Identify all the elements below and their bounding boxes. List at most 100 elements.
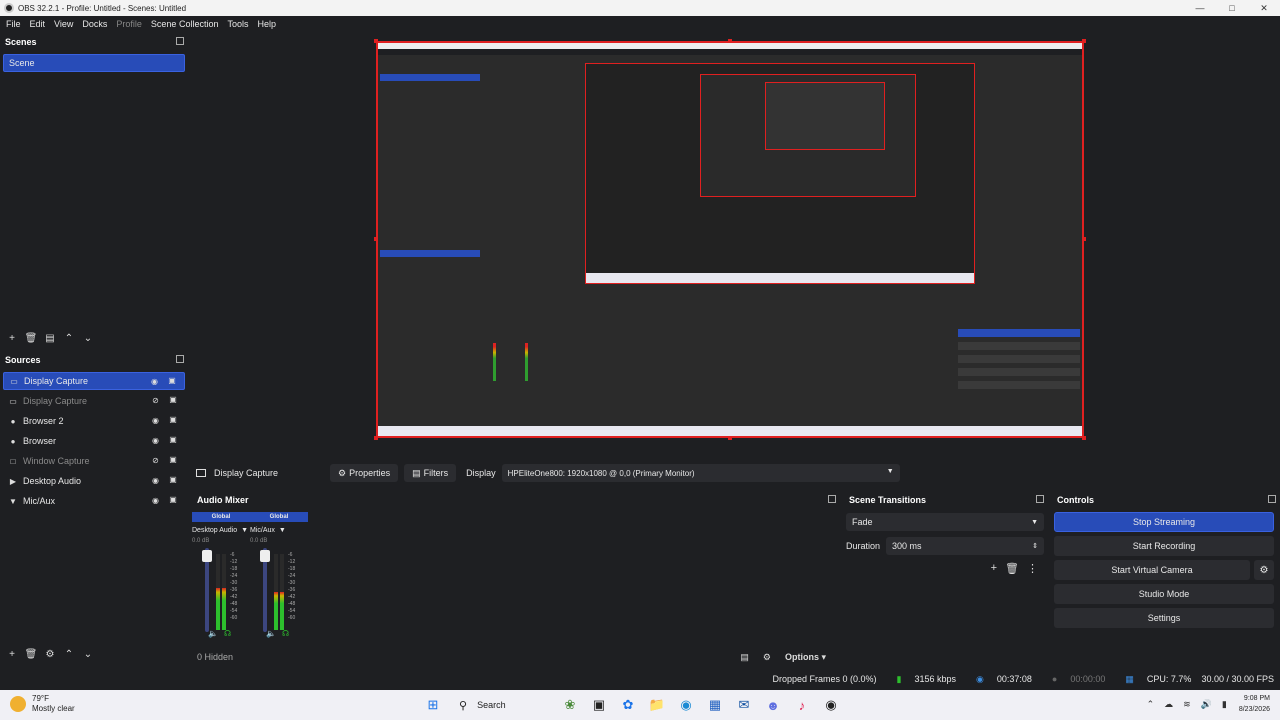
source-item[interactable]: ▶ Desktop Audio ◉ ▣ bbox=[3, 472, 185, 490]
taskbar-search[interactable]: ⚲ Search bbox=[451, 694, 553, 716]
move-down-icon[interactable]: ⌄ bbox=[81, 331, 95, 345]
close-icon[interactable]: ✕ bbox=[1248, 0, 1280, 16]
lock-icon[interactable]: ▣ bbox=[169, 435, 177, 445]
undock-icon[interactable] bbox=[1036, 495, 1044, 503]
eye-icon[interactable]: ◉ bbox=[150, 496, 161, 505]
clock[interactable]: 9:08 PM 8/23/2026 bbox=[1239, 693, 1270, 715]
undock-icon[interactable] bbox=[176, 37, 184, 45]
windows-start-icon[interactable]: ⊞ bbox=[422, 694, 444, 716]
eye-icon[interactable]: ◉ bbox=[150, 436, 161, 445]
trash-icon[interactable]: 🗑 bbox=[24, 331, 38, 345]
add-icon[interactable]: + bbox=[991, 562, 997, 575]
virtual-camera-settings-icon[interactable]: ⚙ bbox=[1254, 560, 1274, 580]
resize-handle[interactable] bbox=[1082, 237, 1086, 241]
properties-button[interactable]: ⚙ Properties bbox=[330, 464, 399, 482]
lock-icon[interactable]: ▣ bbox=[168, 376, 176, 386]
menu-tools[interactable]: Tools bbox=[227, 19, 248, 29]
resize-handle[interactable] bbox=[374, 436, 378, 440]
outlook-icon[interactable]: ✉ bbox=[733, 694, 755, 716]
eye-hidden-icon[interactable]: ⊘ bbox=[150, 456, 161, 465]
volume-icon[interactable]: 🔊 bbox=[1201, 699, 1212, 710]
lock-icon[interactable]: ▣ bbox=[169, 495, 177, 505]
chevron-up-icon[interactable]: ⌃ bbox=[1147, 699, 1155, 710]
move-up-icon[interactable]: ⌃ bbox=[62, 647, 76, 661]
source-item[interactable]: □ Window Capture ⊘ ▣ bbox=[3, 452, 185, 470]
source-item[interactable]: ▭ Display Capture ◉ ▣ bbox=[3, 372, 185, 390]
add-icon[interactable]: + bbox=[5, 331, 19, 345]
resize-handle[interactable] bbox=[1082, 39, 1086, 43]
channel-name[interactable]: Desktop Audio ▼ bbox=[192, 524, 252, 536]
gear-icon[interactable]: ⚙ bbox=[763, 652, 771, 663]
move-down-icon[interactable]: ⌄ bbox=[81, 647, 95, 661]
headphones-icon[interactable]: ☊ bbox=[282, 629, 289, 638]
menu-profile[interactable]: Profile bbox=[116, 19, 142, 29]
eye-icon[interactable]: ◉ bbox=[150, 476, 161, 485]
lock-icon[interactable]: ▣ bbox=[169, 475, 177, 485]
speaker-icon[interactable]: 🔈 bbox=[208, 629, 218, 638]
menu-file[interactable]: File bbox=[6, 19, 21, 29]
volume-knob[interactable] bbox=[260, 550, 270, 562]
scene-item[interactable]: Scene bbox=[3, 54, 185, 72]
add-icon[interactable]: + bbox=[5, 647, 19, 661]
move-up-icon[interactable]: ⌃ bbox=[62, 331, 76, 345]
minimize-icon[interactable]: — bbox=[1184, 0, 1216, 16]
display-select[interactable]: HPEliteOne800: 1920x1080 @ 0,0 (Primary … bbox=[501, 464, 900, 482]
trash-icon[interactable]: 🗑 bbox=[24, 647, 38, 661]
menu-docks[interactable]: Docks bbox=[82, 19, 107, 29]
task-view-icon[interactable]: ▣ bbox=[588, 694, 610, 716]
maximize-icon[interactable]: □ bbox=[1216, 0, 1248, 16]
resize-handle[interactable] bbox=[728, 436, 732, 440]
undock-icon[interactable] bbox=[176, 355, 184, 363]
obs-icon[interactable]: ◉ bbox=[820, 694, 842, 716]
speaker-icon[interactable]: 🔈 bbox=[266, 629, 276, 638]
volume-knob[interactable] bbox=[202, 550, 212, 562]
spin-arrows-icon[interactable]: ⇕ bbox=[1032, 542, 1038, 550]
headphones-icon[interactable]: ☊ bbox=[224, 629, 231, 638]
studio-mode-button[interactable]: Studio Mode bbox=[1054, 584, 1274, 604]
preview-canvas[interactable] bbox=[376, 41, 1084, 438]
wifi-icon[interactable]: ≋ bbox=[1183, 699, 1191, 710]
copilot-icon[interactable]: ✿ bbox=[617, 694, 639, 716]
gear-icon[interactable]: ⚙ bbox=[43, 647, 57, 661]
channel-name[interactable]: Mic/Aux ▼ bbox=[250, 524, 310, 536]
source-item[interactable]: ▼ Mic/Aux ◉ ▣ bbox=[3, 492, 185, 510]
lock-icon[interactable]: ▣ bbox=[169, 415, 177, 425]
source-item[interactable]: ▭ Display Capture ⊘ ▣ bbox=[3, 392, 185, 410]
eye-icon[interactable]: ◉ bbox=[150, 416, 161, 425]
menu-view[interactable]: View bbox=[54, 19, 73, 29]
source-item[interactable]: ● Browser ◉ ▣ bbox=[3, 432, 185, 450]
resize-handle[interactable] bbox=[1082, 436, 1086, 440]
tiktok-icon[interactable]: ♪ bbox=[791, 694, 813, 716]
undock-icon[interactable] bbox=[1268, 495, 1276, 503]
source-item[interactable]: ● Browser 2 ◉ ▣ bbox=[3, 412, 185, 430]
menu-edit[interactable]: Edit bbox=[30, 19, 46, 29]
transition-select[interactable]: Fade ▼ bbox=[846, 513, 1044, 531]
options-button[interactable]: Options ▾ bbox=[785, 652, 826, 663]
more-icon[interactable]: ⋮ bbox=[1027, 562, 1038, 575]
lock-icon[interactable]: ▣ bbox=[169, 455, 177, 465]
start-recording-button[interactable]: Start Recording bbox=[1054, 536, 1274, 556]
settings-button[interactable]: Settings bbox=[1054, 608, 1274, 628]
resize-handle[interactable] bbox=[728, 39, 732, 43]
layout-icon[interactable]: ▤ bbox=[740, 652, 749, 663]
eye-hidden-icon[interactable]: ⊘ bbox=[150, 396, 161, 405]
lock-icon[interactable]: ▣ bbox=[169, 395, 177, 405]
discord-icon[interactable]: ☻ bbox=[762, 694, 784, 716]
filter-icon[interactable]: ▤ bbox=[43, 331, 57, 345]
menu-help[interactable]: Help bbox=[257, 19, 276, 29]
undock-icon[interactable] bbox=[828, 495, 836, 503]
weather-widget[interactable]: 79°F Mostly clear bbox=[10, 694, 75, 714]
start-virtual-camera-button[interactable]: Start Virtual Camera bbox=[1054, 560, 1250, 580]
widgets-icon[interactable]: ❀ bbox=[559, 694, 581, 716]
store-icon[interactable]: ▦ bbox=[704, 694, 726, 716]
stop-streaming-button[interactable]: Stop Streaming bbox=[1054, 512, 1274, 532]
resize-handle[interactable] bbox=[374, 237, 378, 241]
filters-button[interactable]: ▤ Filters bbox=[404, 464, 457, 482]
trash-icon[interactable]: 🗑 bbox=[1005, 562, 1019, 575]
duration-spinbox[interactable]: 300 ms ⇕ bbox=[886, 537, 1044, 555]
battery-icon[interactable]: ▮ bbox=[1222, 699, 1227, 710]
preview-area[interactable] bbox=[192, 34, 1280, 458]
menu-scene-collection[interactable]: Scene Collection bbox=[151, 19, 219, 29]
cloud-icon[interactable]: ☁ bbox=[1164, 699, 1173, 710]
eye-icon[interactable]: ◉ bbox=[149, 377, 160, 386]
